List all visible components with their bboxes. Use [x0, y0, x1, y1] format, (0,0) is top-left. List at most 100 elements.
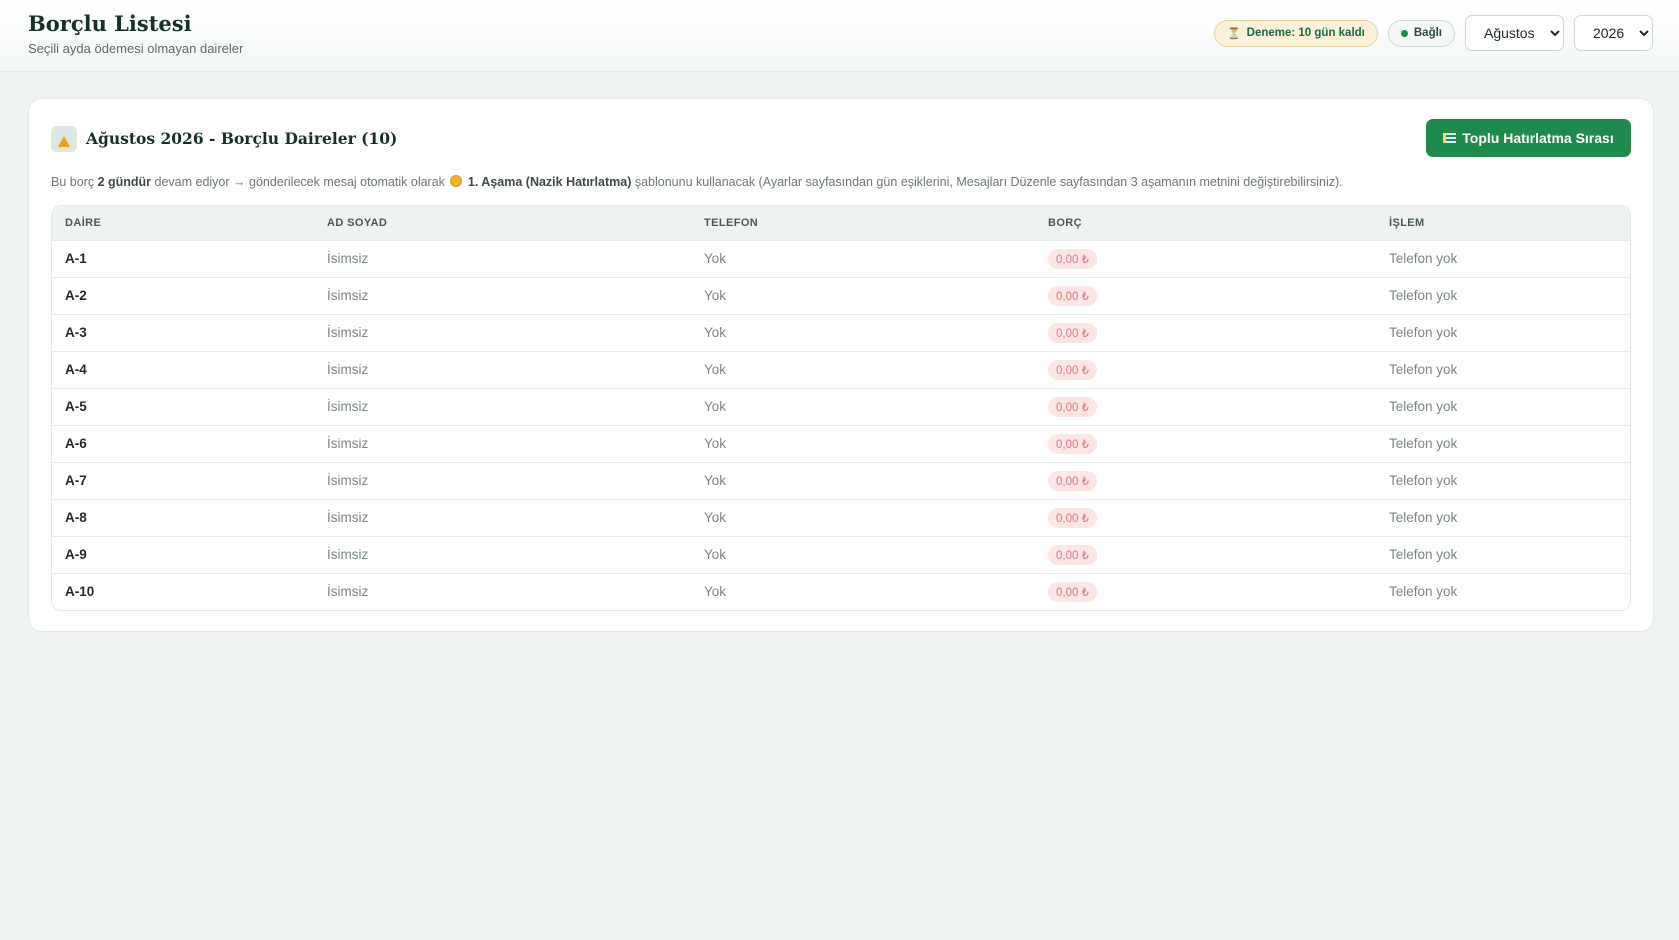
debt-badge: 0,00 ₺	[1048, 544, 1097, 565]
table-row: A-4 İsimsiz Yok 0,00 ₺ Telefon yok	[52, 351, 1630, 388]
cell-daire: A-5	[65, 399, 87, 414]
year-select[interactable]: 2026	[1574, 15, 1653, 51]
bulk-reminder-label: Toplu Hatırlatma Sırası	[1462, 130, 1614, 146]
debt-badge: 0,00 ₺	[1048, 285, 1097, 306]
cell-name: İsimsiz	[327, 510, 369, 525]
cell-daire: A-7	[65, 473, 87, 488]
cell-action: Telefon yok	[1389, 251, 1458, 266]
cell-debt: 0,00 ₺	[1035, 314, 1376, 351]
cell-debt: 0,00 ₺	[1035, 425, 1376, 462]
cell-action: Telefon yok	[1389, 547, 1458, 562]
cell-name: İsimsiz	[327, 584, 369, 600]
info-text-part: şablonunu kullanacak (Ayarlar sayfasında…	[631, 175, 1343, 189]
list-icon	[1443, 133, 1457, 143]
info-text-part: Bu borç	[51, 175, 98, 189]
debt-badge: 0,00 ₺	[1048, 322, 1097, 343]
cell-daire: A-4	[65, 362, 87, 377]
cell-daire: A-6	[65, 436, 87, 451]
debt-badge: 0,00 ₺	[1048, 359, 1097, 380]
bulk-reminder-button[interactable]: Toplu Hatırlatma Sırası	[1426, 119, 1631, 157]
cell-action: Telefon yok	[1389, 325, 1458, 340]
column-header-telefon: TELEFON	[704, 216, 759, 229]
table-row: A-2 İsimsiz Yok 0,00 ₺ Telefon yok	[52, 277, 1630, 314]
top-bar: Borçlu Listesi Seçili ayda ödemesi olmay…	[0, 0, 1679, 72]
table-row: A-7 İsimsiz Yok 0,00 ₺ Telefon yok	[52, 462, 1630, 499]
table-row: A-6 İsimsiz Yok 0,00 ₺ Telefon yok	[52, 425, 1630, 462]
debtors-card: Ağustos 2026 - Borçlu Daireler (10) Topl…	[28, 98, 1654, 632]
warning-icon	[58, 135, 70, 147]
column-header-borc: BORÇ	[1048, 216, 1082, 229]
table-row: A-10 İsimsiz Yok 0,00 ₺ Telefon yok	[52, 573, 1630, 610]
cell-name: İsimsiz	[327, 547, 369, 562]
cell-action: Telefon yok	[1389, 473, 1458, 488]
table-header-row: DAİRE AD SOYAD TELEFON BORÇ İŞLEM	[52, 206, 1630, 240]
cell-action: Telefon yok	[1389, 436, 1458, 451]
top-controls: ⏳ Deneme: 10 gün kaldı Bağlı Ağustos 202…	[1213, 15, 1653, 51]
debt-badge: 0,00 ₺	[1048, 507, 1097, 528]
status-dot-icon	[1400, 29, 1408, 37]
cell-phone: Yok	[704, 510, 727, 525]
cell-phone: Yok	[704, 325, 727, 340]
cell-daire: A-9	[65, 547, 87, 562]
table-row: A-1 İsimsiz Yok 0,00 ₺ Telefon yok	[52, 240, 1630, 277]
cell-debt: 0,00 ₺	[1035, 573, 1376, 610]
info-stage: 1. Aşama (Nazik Hatırlatma)	[467, 175, 632, 189]
cell-name: İsimsiz	[327, 251, 369, 266]
cell-debt: 0,00 ₺	[1035, 536, 1376, 573]
cell-phone: Yok	[704, 584, 727, 600]
info-days: 2 gündür	[97, 175, 152, 189]
cell-debt: 0,00 ₺	[1035, 277, 1376, 314]
trial-badge-label: Deneme: 10 gün kaldı	[1246, 27, 1365, 39]
cell-debt: 0,00 ₺	[1035, 499, 1376, 536]
debt-badge: 0,00 ₺	[1048, 396, 1097, 417]
column-header-daire: DAİRE	[65, 216, 102, 229]
cell-name: İsimsiz	[327, 436, 369, 451]
hourglass-icon: ⏳	[1226, 27, 1241, 40]
debt-badge: 0,00 ₺	[1048, 581, 1097, 602]
card-title: Ağustos 2026 - Borçlu Daireler (10)	[86, 129, 398, 148]
cell-daire: A-2	[65, 288, 87, 303]
cell-name: İsimsiz	[327, 288, 369, 303]
table-row: A-8 İsimsiz Yok 0,00 ₺ Telefon yok	[52, 499, 1630, 536]
cell-phone: Yok	[704, 399, 727, 414]
coin-icon	[450, 175, 463, 187]
cell-daire: A-1	[65, 251, 87, 266]
cell-phone: Yok	[704, 436, 727, 451]
cell-daire: A-10	[65, 584, 95, 600]
cell-daire: A-3	[65, 325, 87, 340]
cell-action: Telefon yok	[1389, 288, 1458, 303]
debtors-table: DAİRE AD SOYAD TELEFON BORÇ İŞLEM A-1 İsi…	[52, 206, 1630, 610]
trial-badge: ⏳ Deneme: 10 gün kaldı	[1213, 19, 1378, 47]
cell-name: İsimsiz	[327, 325, 369, 340]
debt-badge: 0,00 ₺	[1048, 248, 1097, 269]
table-row: A-5 İsimsiz Yok 0,00 ₺ Telefon yok	[52, 388, 1630, 425]
cell-phone: Yok	[704, 251, 727, 266]
cell-phone: Yok	[704, 362, 727, 377]
cell-name: İsimsiz	[327, 362, 369, 377]
cell-action: Telefon yok	[1389, 399, 1458, 414]
debt-badge: 0,00 ₺	[1048, 470, 1097, 491]
table-row: A-9 İsimsiz Yok 0,00 ₺ Telefon yok	[52, 536, 1630, 573]
card-header-icon-box	[51, 126, 77, 152]
page-subtitle: Seçili ayda ödemesi olmayan daireler	[28, 41, 244, 56]
cell-phone: Yok	[704, 547, 727, 562]
cell-action: Telefon yok	[1389, 362, 1458, 377]
connection-status-badge: Bağlı	[1387, 19, 1455, 47]
cell-daire: A-8	[65, 510, 87, 525]
cell-debt: 0,00 ₺	[1035, 240, 1376, 277]
column-header-ad-soyad: AD SOYAD	[327, 216, 388, 229]
connection-status-label: Bağlı	[1413, 27, 1442, 39]
cell-phone: Yok	[704, 473, 727, 488]
month-select[interactable]: Ağustos	[1465, 15, 1564, 51]
debtors-table-container: DAİRE AD SOYAD TELEFON BORÇ İŞLEM A-1 İsi…	[51, 205, 1631, 611]
debt-badge: 0,00 ₺	[1048, 433, 1097, 454]
cell-name: İsimsiz	[327, 399, 369, 414]
column-header-islem: İŞLEM	[1389, 216, 1425, 229]
cell-action: Telefon yok	[1389, 584, 1458, 600]
cell-phone: Yok	[704, 288, 727, 303]
cell-action: Telefon yok	[1389, 510, 1458, 525]
cell-debt: 0,00 ₺	[1035, 351, 1376, 388]
table-row: A-3 İsimsiz Yok 0,00 ₺ Telefon yok	[52, 314, 1630, 351]
cell-name: İsimsiz	[327, 473, 369, 488]
info-text-part: devam ediyor → gönderilecek mesaj otomat…	[151, 175, 449, 189]
